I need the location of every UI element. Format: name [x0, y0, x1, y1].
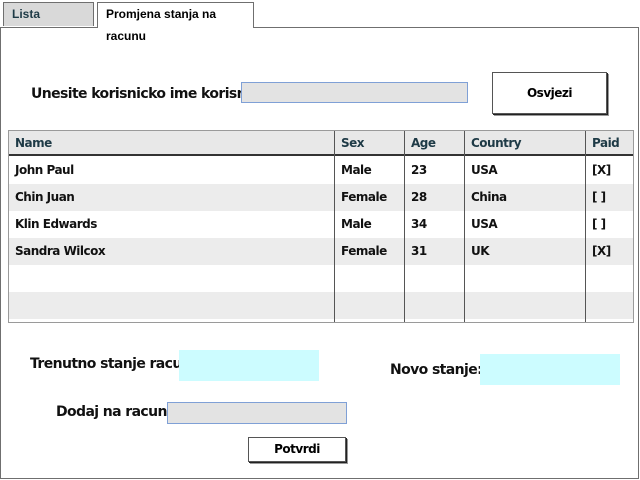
new-balance-label: Novo stanje: [390, 362, 483, 378]
cell-paid[interactable]: [X] [586, 238, 611, 265]
cell-paid[interactable]: [ ] [586, 184, 606, 211]
column-header-paid[interactable]: Paid [586, 131, 633, 155]
cell-sex: Female [341, 190, 387, 204]
cell-name: Chin Juan [15, 190, 75, 204]
cell-paid[interactable]: [X] [586, 157, 611, 184]
table-row[interactable]: Sandra Wilcox Female 31 UK [X] [9, 238, 633, 265]
tab-bar: Lista zahtjeva Promjena stanja na racunu [0, 0, 640, 43]
cell-country: UK [471, 244, 490, 258]
cell-country: China [471, 190, 507, 204]
requests-table[interactable]: Name Sex Age Country Paid John Paul Male… [8, 130, 634, 323]
tab-promjena-stanja[interactable]: Promjena stanja na racunu [97, 2, 254, 43]
cell-country: USA [471, 217, 498, 231]
username-label: Unesite korisnicko ime korisnika: [31, 86, 273, 102]
table-row[interactable]: Chin Juan Female 28 China [ ] [9, 184, 633, 211]
column-header-age[interactable]: Age [405, 131, 465, 155]
cell-name: John Paul [15, 163, 74, 177]
table-row[interactable]: John Paul Male 23 USA [X] [9, 157, 633, 184]
cell-age: 28 [411, 190, 427, 204]
add-to-account-label: Dodaj na racun: [56, 404, 172, 420]
current-balance-field [179, 350, 319, 381]
tab-panel: Unesite korisnicko ime korisnika: Osvjez… [0, 27, 639, 479]
cell-age: 23 [411, 163, 427, 177]
empty-row[interactable] [9, 292, 633, 319]
cell-sex: Male [341, 163, 372, 177]
cell-age: 34 [411, 217, 427, 231]
username-input[interactable] [241, 82, 468, 103]
column-header-name[interactable]: Name [9, 131, 335, 155]
cell-paid[interactable]: [ ] [586, 211, 606, 238]
table-header: Name Sex Age Country Paid [9, 131, 633, 156]
column-header-sex[interactable]: Sex [335, 131, 405, 155]
column-divider [585, 131, 586, 322]
column-header-country[interactable]: Country [465, 131, 586, 155]
refresh-button[interactable]: Osvjezi [492, 72, 607, 114]
add-to-account-input[interactable] [167, 402, 347, 424]
cell-sex: Male [341, 217, 372, 231]
column-divider [334, 131, 335, 322]
empty-row[interactable] [9, 265, 633, 292]
column-divider [404, 131, 405, 322]
cell-age: 31 [411, 244, 427, 258]
cell-country: USA [471, 163, 498, 177]
table-row[interactable]: Klin Edwards Male 34 USA [ ] [9, 211, 633, 238]
cell-name: Klin Edwards [15, 217, 97, 231]
cell-name: Sandra Wilcox [15, 244, 106, 258]
tab-lista-zahtjeva[interactable]: Lista zahtjeva [3, 2, 94, 43]
column-divider [464, 131, 465, 322]
confirm-button[interactable]: Potvrdi [248, 437, 346, 462]
new-balance-field [480, 354, 620, 385]
cell-sex: Female [341, 244, 387, 258]
